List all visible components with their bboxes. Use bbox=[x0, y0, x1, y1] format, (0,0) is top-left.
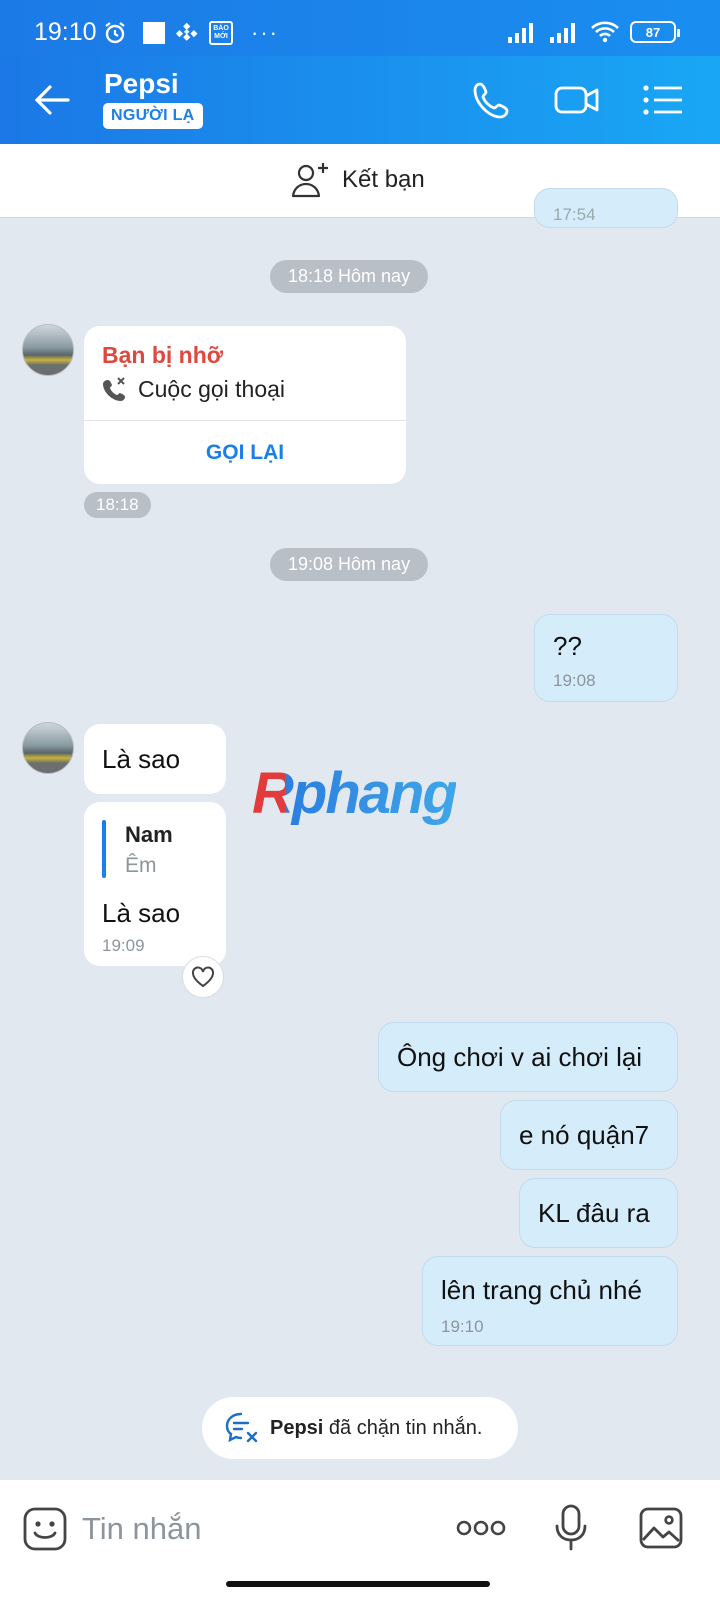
message-time: 17:54 bbox=[553, 205, 596, 224]
message-bubble-outgoing[interactable]: Ông chơi v ai chơi lại bbox=[378, 1022, 678, 1092]
react-button[interactable] bbox=[182, 956, 224, 998]
status-time: 19:10 bbox=[34, 18, 97, 46]
message-bubble-partial[interactable]: 17:54 bbox=[534, 188, 678, 228]
blocked-contact-name: Pepsi bbox=[270, 1416, 324, 1439]
more-notifications-icon: ··· bbox=[251, 20, 279, 45]
alarm-icon bbox=[105, 22, 125, 44]
message-bubble-outgoing[interactable]: KL đâu ra bbox=[519, 1178, 678, 1248]
chat-header: Pepsi NGƯỜI LẠ bbox=[0, 56, 720, 144]
blocked-notice: Pepsi đã chặn tin nhắn. bbox=[202, 1397, 518, 1459]
message-bubble-outgoing[interactable]: e nó quận7 bbox=[500, 1100, 678, 1170]
message-text: e nó quận7 bbox=[519, 1120, 650, 1150]
avatar[interactable] bbox=[22, 324, 74, 376]
heart-icon bbox=[192, 966, 214, 988]
back-arrow-icon[interactable] bbox=[28, 76, 76, 124]
quote-text: Êm bbox=[125, 854, 157, 877]
message-input[interactable] bbox=[82, 1504, 422, 1554]
status-right: 87 bbox=[506, 20, 680, 44]
message-bubble-incoming[interactable]: Là sao bbox=[84, 724, 226, 794]
status-bar: 19:10 BÁO MỚI ··· 87 bbox=[0, 0, 720, 56]
video-call-icon[interactable] bbox=[553, 78, 601, 122]
message-text: lên trang chủ nhé bbox=[441, 1275, 642, 1305]
message-bubble-outgoing[interactable]: lên trang chủ nhé 19:10 bbox=[422, 1256, 678, 1346]
image-gallery-icon[interactable] bbox=[638, 1506, 684, 1550]
quote-name: Nam bbox=[125, 822, 173, 847]
microphone-icon[interactable] bbox=[554, 1504, 588, 1552]
blocked-chat-icon bbox=[225, 1412, 258, 1443]
message-text: Ông chơi v ai chơi lại bbox=[397, 1042, 643, 1072]
missed-call-title: Bạn bị nhỡ bbox=[102, 342, 224, 368]
home-indicator[interactable] bbox=[226, 1581, 490, 1587]
status-icons: BÁO MỚI ··· bbox=[103, 20, 279, 46]
message-time: 19:10 bbox=[441, 1317, 484, 1336]
signal-icon bbox=[508, 23, 533, 43]
message-time: 19:08 bbox=[553, 671, 596, 690]
blocked-text: Pepsi đã chặn tin nhắn. bbox=[270, 1417, 482, 1440]
message-text: KL đâu ra bbox=[538, 1198, 650, 1228]
date-separator: 19:08 Hôm nay bbox=[270, 548, 429, 581]
wifi-icon bbox=[591, 21, 619, 43]
message-list[interactable]: 17:54 18:18 Hôm nay Bạn bị nhỡ Cuộc gọi … bbox=[0, 188, 720, 1480]
missed-call-type: Cuộc gọi thoại bbox=[138, 376, 286, 402]
date-separator: 18:18 Hôm nay bbox=[270, 260, 429, 293]
add-friend-button[interactable]: Kết bạn bbox=[290, 160, 425, 200]
more-options-icon[interactable] bbox=[456, 1518, 506, 1538]
signal-icon-2 bbox=[550, 23, 575, 43]
contact-name[interactable]: Pepsi bbox=[104, 68, 179, 100]
message-text: Là sao bbox=[102, 744, 181, 774]
emoji-sticker-icon[interactable] bbox=[22, 1506, 68, 1552]
message-time: 19:09 bbox=[102, 936, 145, 955]
avatar[interactable] bbox=[22, 722, 74, 774]
call-back-button[interactable]: GỌI LẠI bbox=[84, 421, 406, 484]
message-time-pill: 18:18 bbox=[84, 492, 151, 518]
add-friend-label: Kết bạn bbox=[342, 166, 425, 193]
news-icon: BÁO MỚI bbox=[209, 21, 233, 45]
message-text: ?? bbox=[553, 631, 582, 661]
binance-icon bbox=[175, 22, 198, 41]
message-bubble-outgoing[interactable]: ?? 19:08 bbox=[534, 614, 678, 702]
add-user-icon bbox=[291, 163, 328, 198]
stranger-badge: NGƯỜI LẠ bbox=[103, 103, 203, 129]
missed-call-card[interactable]: Bạn bị nhỡ Cuộc gọi thoại GỌI LẠI bbox=[84, 326, 406, 484]
voice-call-icon[interactable] bbox=[470, 78, 518, 122]
watermark-text: Rphang bbox=[252, 761, 458, 826]
battery-icon: 87 bbox=[630, 21, 680, 43]
message-text: Là sao bbox=[102, 898, 181, 928]
reply-message-bubble[interactable]: Nam Êm Là sao 19:09 bbox=[84, 802, 226, 966]
blocked-message: đã chặn tin nhắn. bbox=[328, 1416, 483, 1439]
missed-call-icon bbox=[103, 377, 125, 401]
quote-bar bbox=[102, 820, 106, 878]
app-square-icon bbox=[143, 22, 165, 44]
menu-list-icon[interactable] bbox=[638, 78, 686, 122]
watermark-logo: Rphang bbox=[252, 760, 458, 827]
